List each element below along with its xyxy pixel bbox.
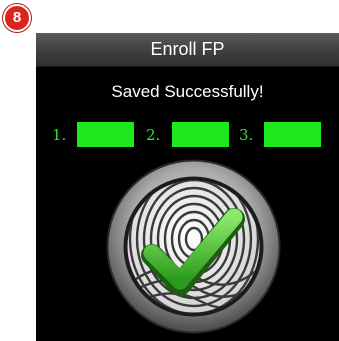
slot-1-indicator [77, 122, 134, 147]
device-screen: Enroll FP Saved Successfully! 1. 2. 3. [36, 33, 339, 341]
slot-1-label: 1. [52, 126, 67, 144]
fingerprint-success-indicator [106, 159, 281, 334]
fingerprint-checkmark-icon [106, 159, 281, 334]
slot-3-label: 3. [239, 126, 254, 144]
status-message: Saved Successfully! [111, 82, 264, 101]
screen-title: Enroll FP [36, 33, 339, 67]
slot-2-indicator [172, 122, 229, 147]
step-number-badge: 8 [3, 4, 31, 32]
slot-2-label: 2. [146, 126, 161, 144]
slot-3-indicator [264, 122, 321, 147]
